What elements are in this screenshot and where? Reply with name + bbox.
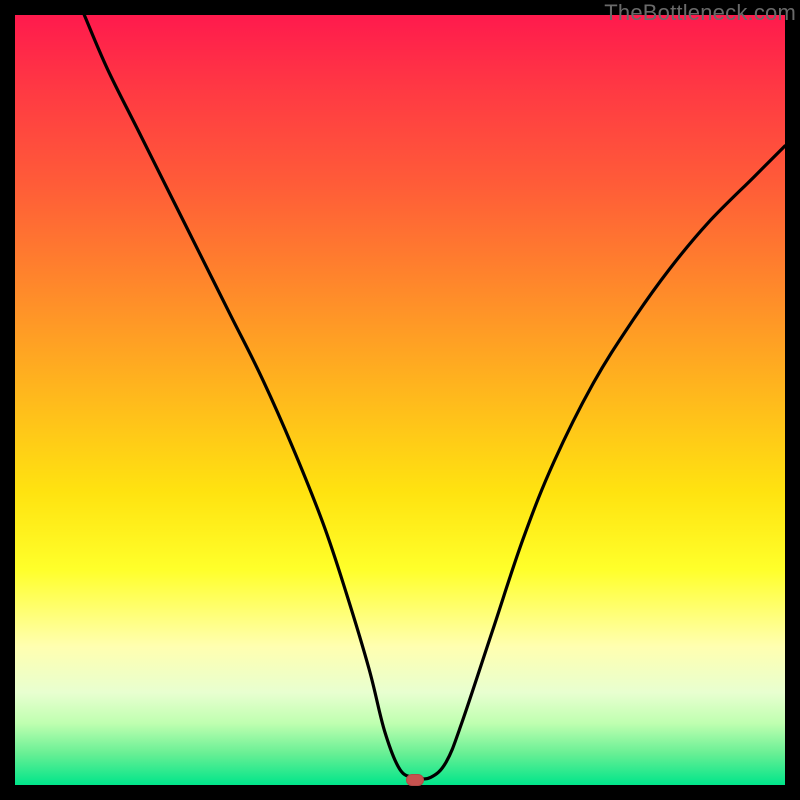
plot-area (15, 15, 785, 785)
bottleneck-curve (15, 15, 785, 785)
optimal-marker (406, 774, 424, 786)
chart-frame: TheBottleneck.com (0, 0, 800, 800)
watermark-text: TheBottleneck.com (604, 0, 796, 26)
